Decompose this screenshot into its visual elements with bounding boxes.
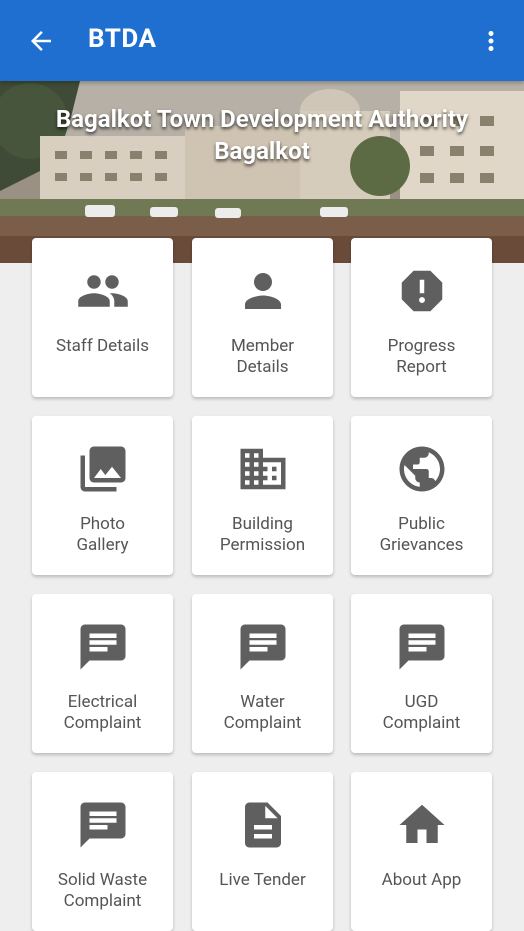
arrow-back-icon bbox=[31, 31, 51, 51]
globe-icon bbox=[399, 446, 445, 492]
message-icon bbox=[80, 624, 126, 670]
tile-label: Building Permission bbox=[219, 514, 306, 555]
tile-solid-waste-complaint[interactable]: Solid Waste Complaint bbox=[32, 772, 173, 931]
home-icon bbox=[399, 804, 445, 843]
person-icon bbox=[245, 273, 281, 309]
people-icon bbox=[78, 275, 128, 307]
tile-label: Live Tender bbox=[219, 870, 306, 890]
app-bar: BTDA bbox=[0, 0, 524, 81]
tile-progress-report[interactable]: Progress Report bbox=[351, 238, 492, 397]
tile-ugd-complaint[interactable]: UGD Complaint bbox=[351, 594, 492, 753]
tile-water-complaint[interactable]: Water Complaint bbox=[192, 594, 333, 753]
tile-label: Water Complaint bbox=[223, 692, 302, 733]
tile-photo-gallery[interactable]: Photo Gallery bbox=[32, 416, 173, 575]
tile-label: Staff Details bbox=[56, 336, 149, 356]
message-icon bbox=[240, 624, 286, 670]
tile-building-permission[interactable]: Building Permission bbox=[192, 416, 333, 575]
document-icon bbox=[245, 802, 281, 848]
header-banner: Bagalkot Town Development Authority Baga… bbox=[0, 81, 524, 263]
app-title: BTDA bbox=[88, 24, 157, 54]
banner-title-line2: Bagalkot bbox=[214, 137, 310, 165]
building-icon bbox=[240, 448, 286, 490]
tile-label: About App bbox=[381, 870, 462, 890]
message-icon bbox=[80, 802, 126, 848]
photo-library-icon bbox=[80, 446, 126, 492]
tile-label: Electrical Complaint bbox=[63, 692, 142, 733]
tile-live-tender[interactable]: Live Tender bbox=[192, 772, 333, 931]
back-button[interactable] bbox=[24, 24, 58, 58]
banner-title-line1: Bagalkot Town Development Authority bbox=[55, 105, 469, 133]
tile-label: Member Details bbox=[230, 336, 295, 377]
tile-public-grievances[interactable]: Public Grievances bbox=[351, 416, 492, 575]
tile-staff-details[interactable]: Staff Details bbox=[32, 238, 173, 397]
more-vert-icon bbox=[488, 31, 494, 51]
tile-label: UGD Complaint bbox=[382, 692, 461, 733]
tile-electrical-complaint[interactable]: Electrical Complaint bbox=[32, 594, 173, 753]
alert-octagon-icon bbox=[401, 270, 443, 312]
tile-label: Photo Gallery bbox=[76, 514, 129, 555]
overflow-menu-button[interactable] bbox=[474, 24, 508, 58]
tile-member-details[interactable]: Member Details bbox=[192, 238, 333, 397]
tile-label: Solid Waste Complaint bbox=[57, 870, 148, 911]
message-icon bbox=[399, 624, 445, 670]
tile-about-app[interactable]: About App bbox=[351, 772, 492, 931]
tile-label: Progress Report bbox=[387, 336, 456, 377]
tile-label: Public Grievances bbox=[379, 514, 464, 555]
